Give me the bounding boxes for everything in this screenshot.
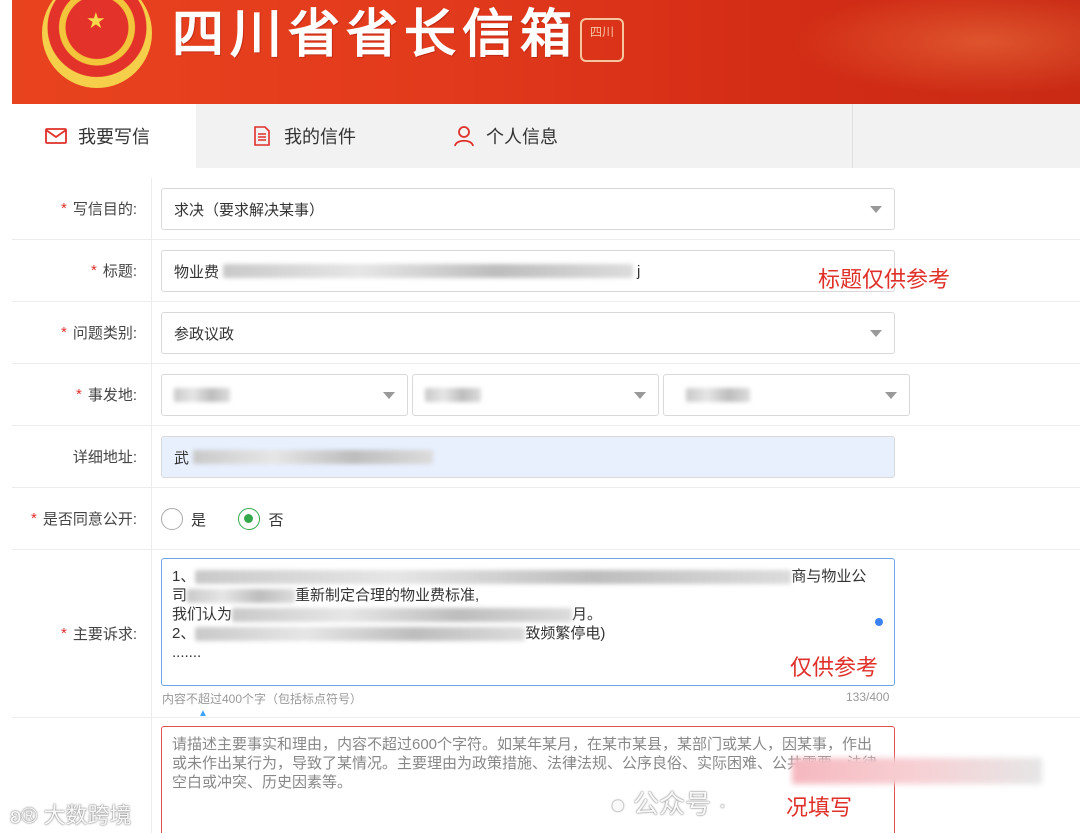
province-map-decoration <box>760 0 1080 104</box>
field-label: * 主要诉求: <box>12 550 152 717</box>
redacted-text <box>686 388 750 402</box>
tab-label: 我要写信 <box>78 127 150 147</box>
mail-icon <box>45 128 67 144</box>
field-label: * 事发地: <box>12 364 152 425</box>
redacted-text <box>232 608 573 623</box>
wechat-icon: ● <box>610 789 626 819</box>
form-row-title: * 标题: 物业费 j 标题仅供参考 <box>12 240 1080 302</box>
form-row-public: * 是否同意公开: 是 否 <box>12 488 1080 550</box>
annotation-appeal-note: 仅供参考 <box>790 655 879 680</box>
chevron-down-icon <box>870 206 882 213</box>
header-banner: ★ 四川省省长信箱 四川 <box>12 0 1080 104</box>
title-input[interactable]: 物业费 j <box>161 250 895 292</box>
category-select[interactable]: 参政议政 <box>161 312 895 354</box>
appeal-line: 2、 致频繁停电) <box>172 625 606 642</box>
city-select[interactable] <box>161 374 408 416</box>
field-label: * 是否同意公开: <box>12 488 152 549</box>
tab-write-letter[interactable]: 我要写信 <box>12 104 196 168</box>
tab-label: 个人信息 <box>486 127 558 147</box>
appeal-line: 司重新制定合理的物业费标准, <box>172 587 480 604</box>
redacted-text <box>425 388 481 402</box>
radio-no[interactable]: 否 <box>238 508 283 530</box>
site-title: 四川省省长信箱 <box>172 4 579 65</box>
chevron-down-icon <box>870 330 882 337</box>
redacted-text <box>174 388 230 402</box>
public-radio-group: 是 否 <box>161 508 311 535</box>
chevron-down-icon <box>634 392 646 399</box>
chevron-down-icon <box>885 392 897 399</box>
field-label: * 标题: <box>12 240 152 301</box>
field-label: * 写信目的: <box>12 178 152 239</box>
form-row-purpose: * 写信目的: 求决（要求解决某事） <box>12 178 1080 240</box>
watermark-right: ● 公众号 · <box>610 789 727 819</box>
appeal-line: 我们认为 月。 <box>172 606 603 623</box>
radio-yes[interactable]: 是 <box>161 508 206 530</box>
appeal-hint: 内容不超过400个字（包括标点符号） <box>162 692 363 706</box>
field-label: * 问题类别: <box>12 302 152 363</box>
redacted-text <box>223 264 634 278</box>
redacted-text <box>195 570 792 585</box>
field-label: 详细地址: <box>12 426 152 487</box>
seal-logo-icon: 四川 <box>580 18 624 62</box>
national-emblem-icon: ★ <box>42 0 152 88</box>
annotation-title-note: 标题仅供参考 <box>818 267 951 292</box>
tab-label: 我的信件 <box>284 127 356 147</box>
chevron-down-icon <box>383 392 395 399</box>
form-row-location: * 事发地: <box>12 364 1080 426</box>
form-row-address: 详细地址: 武 <box>12 426 1080 488</box>
document-list-icon <box>254 126 270 146</box>
watermark-left: ʚ® 大数跨境 <box>10 803 132 828</box>
appeal-textarea[interactable]: 1、 商与物业公 司重新制定合理的物业费标准, 我们认为 月。 2、 致频繁停电) .… <box>161 558 895 686</box>
appeal-char-count: 133/400 <box>846 690 890 704</box>
tab-my-letters[interactable]: 我的信件 <box>218 104 398 168</box>
annotation-facts-note: 况填写 <box>786 795 853 820</box>
tab-divider <box>852 104 853 168</box>
scroll-indicator-icon <box>875 618 883 626</box>
redacted-text <box>193 450 434 464</box>
redacted-text <box>195 627 526 642</box>
address-input[interactable]: 武 <box>161 436 895 478</box>
redacted-text <box>792 758 1042 784</box>
county-select[interactable] <box>412 374 659 416</box>
appeal-line: ....... <box>172 644 202 661</box>
purpose-select[interactable]: 求决（要求解决某事） <box>161 188 895 230</box>
form-row-appeal: * 主要诉求: 1、 商与物业公 司重新制定合理的物业费标准, 我们认为 月。 2、致… <box>12 550 1080 719</box>
tab-personal-info[interactable]: 个人信息 <box>420 104 600 168</box>
form-row-category: * 问题类别: 参政议政 <box>12 302 1080 364</box>
town-select[interactable] <box>663 374 910 416</box>
appeal-line: 1、 商与物业公 <box>172 568 867 585</box>
form-row-facts: 请描述主要事实和理由，内容不超过600个字符。如某年某月，在某市某县，某部门或某… <box>12 718 1080 833</box>
user-icon <box>454 126 474 147</box>
redacted-text <box>187 589 296 604</box>
nav-tabs: 我要写信 我的信件 个人信息 <box>12 104 1080 168</box>
facts-textarea[interactable]: 请描述主要事实和理由，内容不超过600个字符。如某年某月，在某市某县，某部门或某… <box>161 726 895 833</box>
